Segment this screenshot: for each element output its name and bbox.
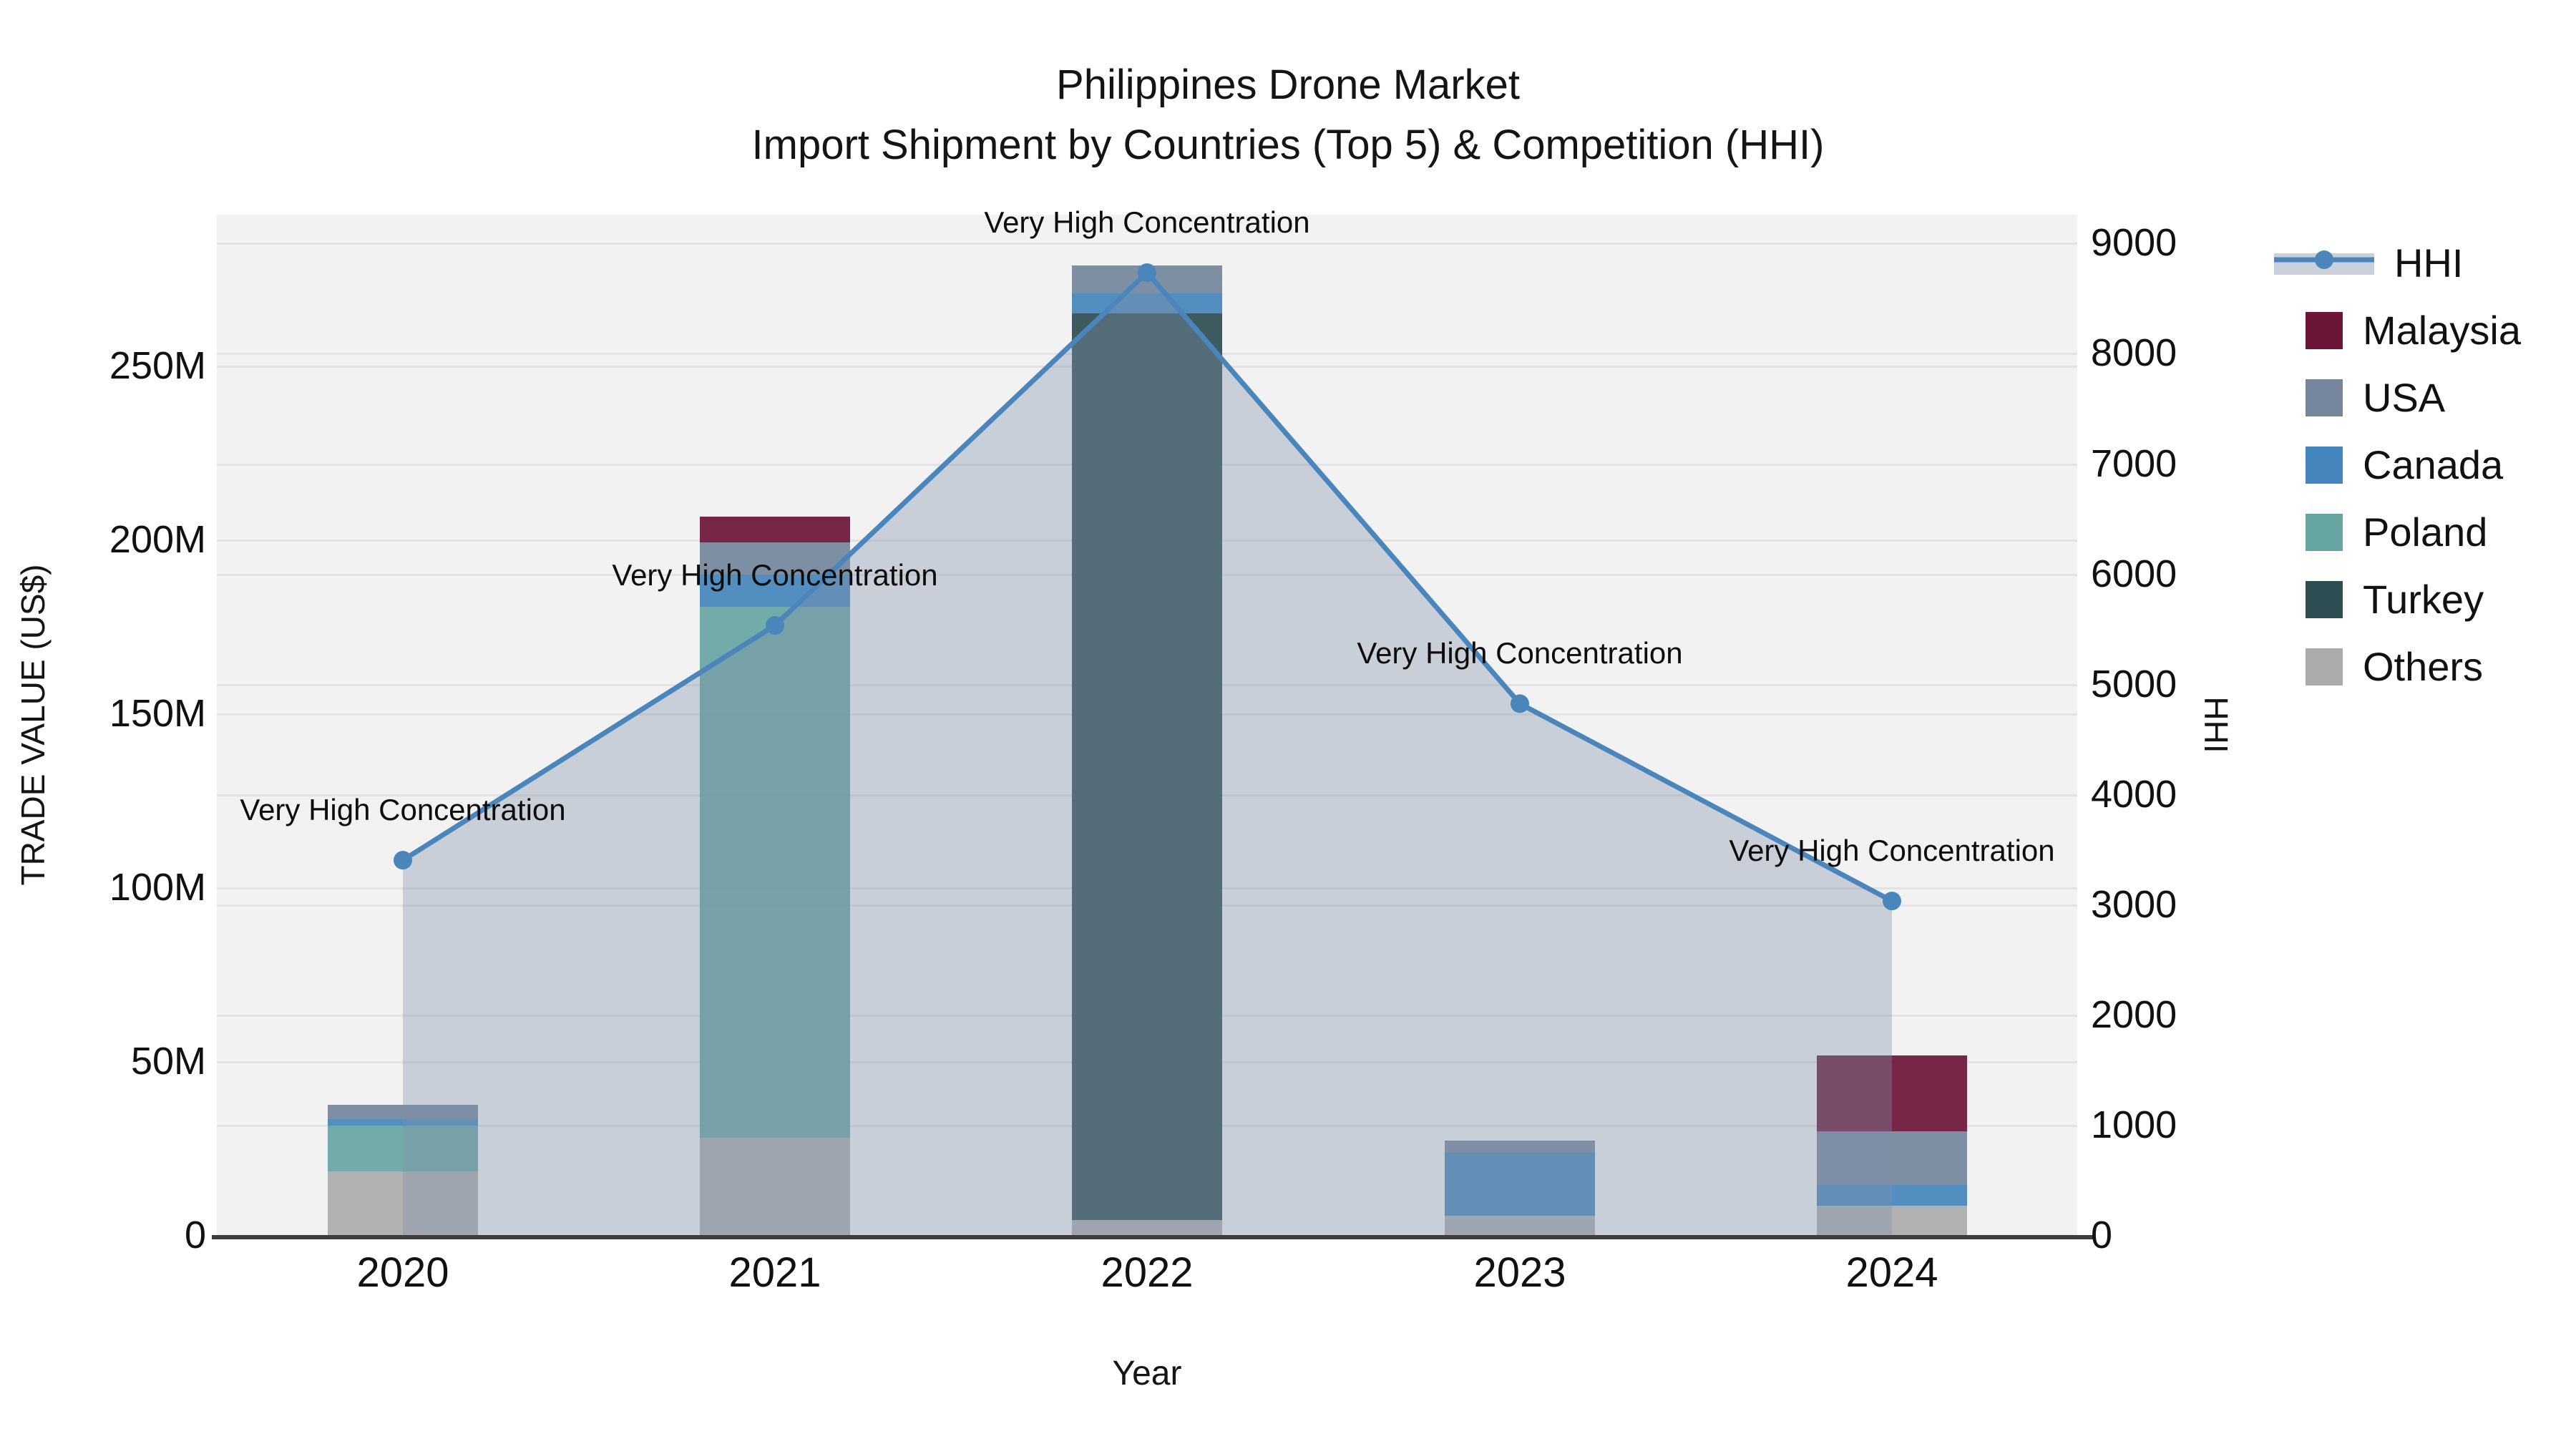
- annotation-2022: Very High Concentration: [984, 205, 1310, 239]
- y-right-tick-4000: 4000: [2091, 772, 2177, 816]
- plot-area: [217, 215, 2077, 1235]
- turkey-swatch-icon: [2306, 581, 2343, 618]
- bar-segment-canada-2023: [1445, 1152, 1595, 1216]
- bar-segment-others-2022: [1072, 1219, 1222, 1235]
- chart-title: Philippines Drone Market: [1056, 62, 1520, 108]
- y-right-tick-0: 0: [2091, 1214, 2113, 1257]
- y-right-tick-9000: 9000: [2091, 221, 2177, 265]
- legend-item-turkey[interactable]: Turkey: [2297, 577, 2484, 623]
- bar-segment-others-2023: [1445, 1215, 1595, 1235]
- bar-segment-turkey-2022: [1072, 313, 1222, 1220]
- y-left-tick-200M: 200M: [109, 517, 206, 561]
- bar-segment-usa-2020: [328, 1104, 478, 1119]
- chart-subtitle: Import Shipment by Countries (Top 5) & C…: [751, 122, 1825, 168]
- bar-segment-canada-2024: [1817, 1184, 1967, 1206]
- bar-segment-others-2020: [328, 1171, 478, 1235]
- malaysia-swatch-icon: [2306, 312, 2343, 349]
- legend-label: HHI: [2394, 240, 2464, 286]
- y-right-tick-7000: 7000: [2091, 441, 2177, 485]
- canada-swatch-icon: [2306, 447, 2343, 484]
- legend-item-others[interactable]: Others: [2297, 644, 2483, 690]
- bar-segment-malaysia-2024: [1817, 1055, 1967, 1132]
- annotation-2021: Very High Concentration: [612, 558, 938, 592]
- bar-segment-canada-2022: [1072, 293, 1222, 313]
- legend-label: Others: [2363, 644, 2484, 689]
- legend-item-canada[interactable]: Canada: [2297, 442, 2503, 488]
- bar-segment-poland-2020: [328, 1125, 478, 1172]
- y-left-tick-250M: 250M: [109, 343, 206, 387]
- bar-segment-poland-2021: [700, 607, 850, 1138]
- legend-item-usa[interactable]: USA: [2297, 375, 2445, 421]
- annotation-2020: Very High Concentration: [240, 793, 566, 827]
- annotation-2023: Very High Concentration: [1357, 636, 1683, 670]
- y-right-tick-6000: 6000: [2091, 552, 2177, 595]
- legend-label: Canada: [2363, 442, 2504, 487]
- bar-segment-usa-2023: [1445, 1140, 1595, 1153]
- y-right-tick-8000: 8000: [2091, 331, 2177, 375]
- bar-segment-usa-2022: [1072, 265, 1222, 294]
- x-axis-line: [212, 1235, 2093, 1239]
- x-tick-2020: 2020: [356, 1249, 449, 1296]
- poland-swatch-icon: [2306, 514, 2343, 551]
- legend: HHI Malaysia USA Canada Poland Turkey Ot…: [2274, 229, 2576, 716]
- x-tick-2022: 2022: [1101, 1249, 1194, 1296]
- y-right-tick-2000: 2000: [2091, 992, 2177, 1036]
- figure: Philippines Drone Market Import Shipment…: [0, 0, 2576, 1449]
- legend-item-poland[interactable]: Poland: [2297, 509, 2487, 555]
- legend-label: Turkey: [2363, 577, 2484, 622]
- bar-segment-usa-2024: [1817, 1131, 1967, 1185]
- annotation-2024: Very High Concentration: [1729, 834, 2055, 868]
- x-tick-2023: 2023: [1473, 1249, 1566, 1296]
- others-swatch-icon: [2306, 648, 2343, 686]
- y-left-axis-title: TRADE VALUE (US$): [14, 564, 52, 886]
- legend-label: USA: [2363, 375, 2446, 420]
- legend-item-malaysia[interactable]: Malaysia: [2297, 308, 2521, 353]
- usa-swatch-icon: [2306, 379, 2343, 416]
- x-axis-title: Year: [1112, 1355, 1182, 1392]
- y-right-axis-title: HHI: [2197, 696, 2235, 753]
- bar-segment-others-2024: [1817, 1206, 1967, 1235]
- y-left-tick-0: 0: [184, 1214, 206, 1257]
- x-tick-2021: 2021: [728, 1249, 821, 1296]
- bar-segment-others-2021: [700, 1137, 850, 1235]
- legend-label: Malaysia: [2363, 308, 2521, 353]
- y-right-tick-1000: 1000: [2091, 1103, 2177, 1146]
- y-left-tick-50M: 50M: [130, 1039, 206, 1083]
- legend-label: Poland: [2363, 509, 2488, 555]
- bar-segment-canada-2020: [328, 1118, 478, 1126]
- hhi-line-icon: [2274, 245, 2374, 282]
- bar-segment-malaysia-2021: [700, 517, 850, 543]
- legend-item-hhi[interactable]: HHI: [2274, 240, 2464, 286]
- x-tick-2024: 2024: [1845, 1249, 1938, 1296]
- y-right-tick-3000: 3000: [2091, 882, 2177, 926]
- gridline-right-9000: [217, 243, 2077, 245]
